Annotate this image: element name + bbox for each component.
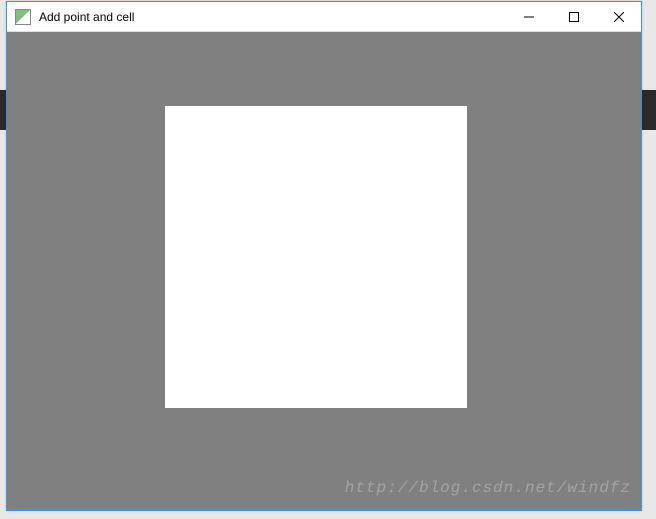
app-icon [15,9,31,25]
maximize-icon [569,12,579,22]
close-icon [614,12,624,22]
close-button[interactable] [596,2,641,31]
app-window: Add point and cell http://blog.csdn [6,1,642,511]
maximize-button[interactable] [551,2,596,31]
minimize-button[interactable] [506,2,551,31]
watermark-text: http://blog.csdn.net/windfz [345,479,631,497]
rendered-quad [165,106,467,408]
minimize-icon [524,12,534,22]
window-title: Add point and cell [39,10,506,24]
render-viewport[interactable]: http://blog.csdn.net/windfz [7,32,641,510]
titlebar[interactable]: Add point and cell [7,2,641,32]
window-controls [506,2,641,31]
